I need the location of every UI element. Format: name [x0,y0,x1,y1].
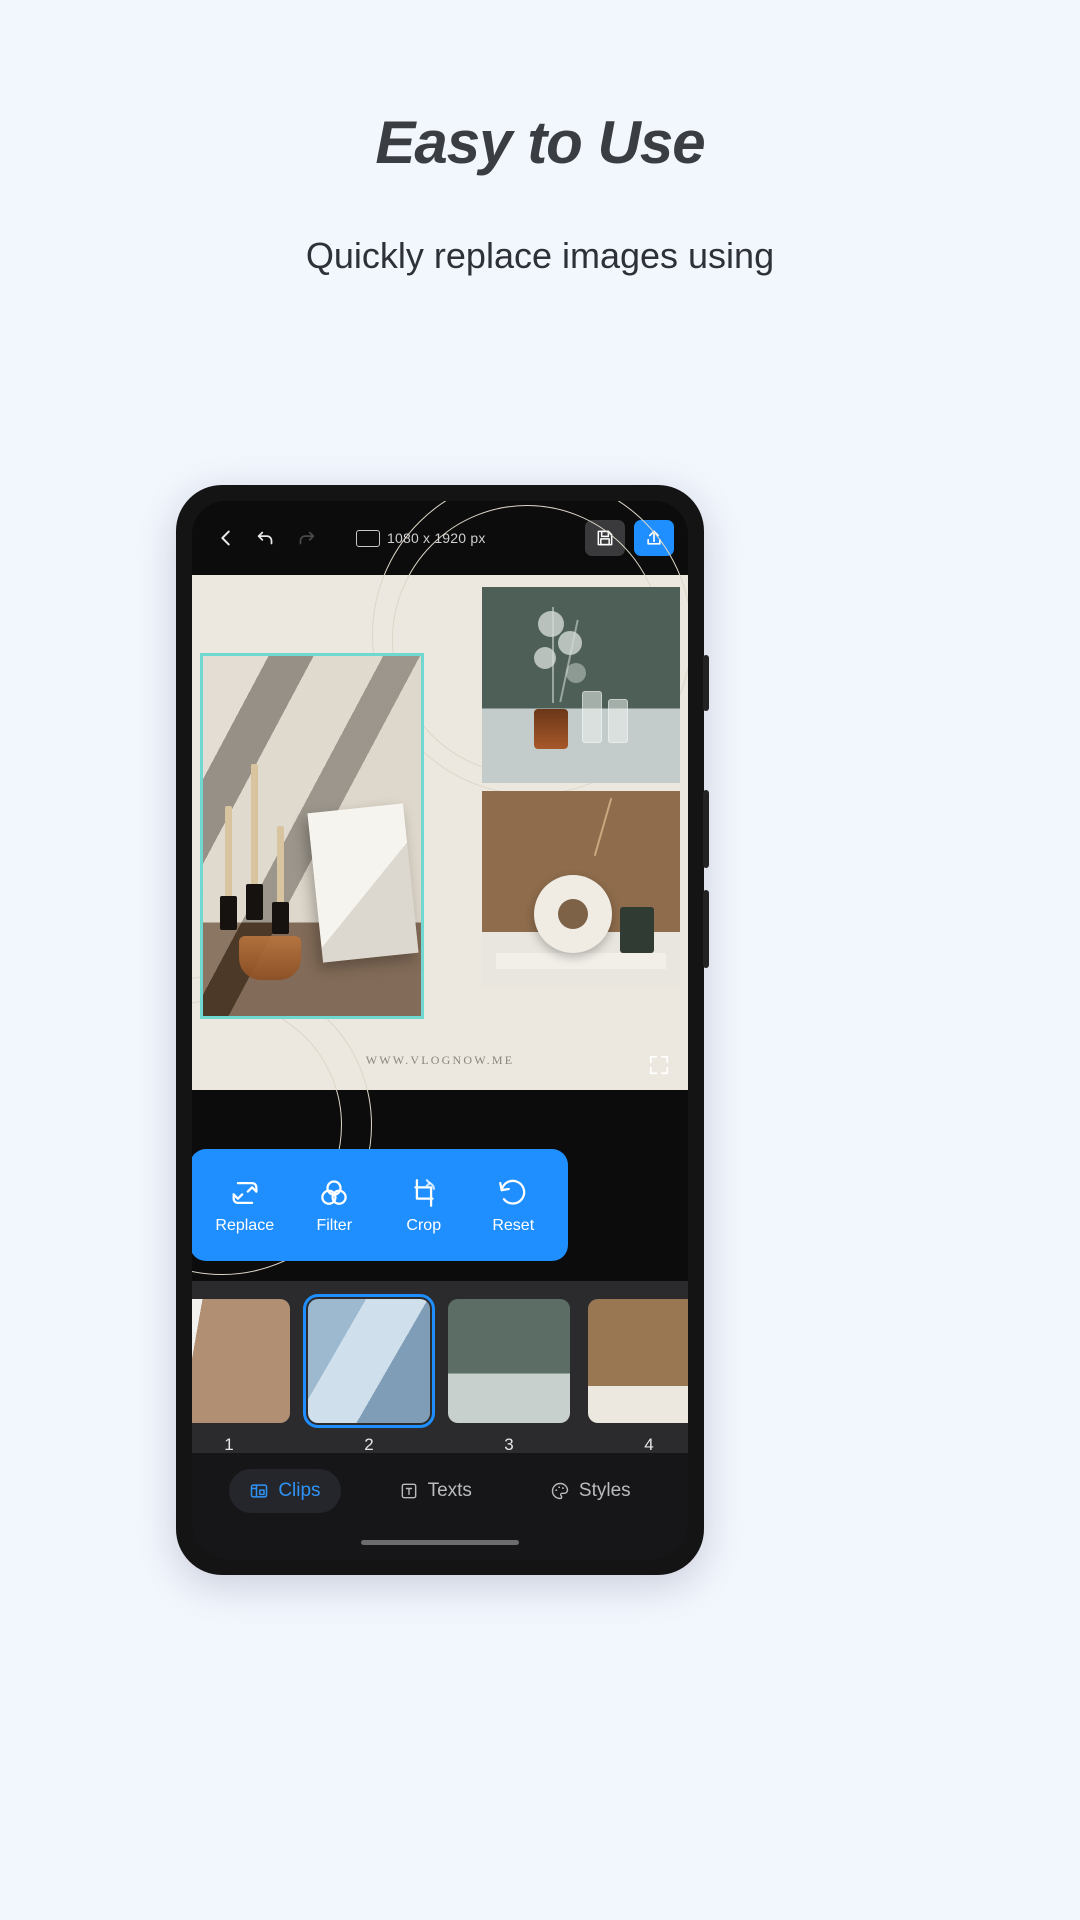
photo-candles-envelope [203,656,421,1016]
list-item[interactable]: 4 [588,1299,688,1455]
redo-icon[interactable] [286,518,326,558]
clip-thumbnail-3[interactable] [448,1299,570,1423]
clip-action-panel: Replace Filter Crop Reset [192,1149,568,1261]
editor-toolbar: 1080 x 1920 px [192,501,688,575]
clip-number-1: 1 [224,1435,234,1454]
palette-icon [550,1481,570,1501]
editor-canvas[interactable]: WWW.VLOGNOW.ME [192,501,688,1275]
tab-styles-label: Styles [578,1480,631,1501]
photo-donut-vase-detail [534,875,612,953]
home-indicator [361,1540,519,1545]
page-title: Easy to Use [375,109,705,176]
crop-label: Crop [406,1216,442,1234]
back-chevron-icon[interactable] [206,518,246,558]
replace-label: Replace [215,1216,275,1234]
photo-donut-vase [482,791,680,987]
reset-label: Reset [492,1216,535,1234]
clips-tray: 1 2 3 4 [192,1281,688,1481]
clips-icon [249,1481,269,1501]
phone-mockup: 1080 x 1920 px WWW.VLOGNOW.ME Replace Fi… [176,485,709,1575]
export-button[interactable] [634,520,674,556]
photo-envelope-detail [307,803,419,963]
clip-number-3: 3 [504,1435,514,1454]
list-item[interactable]: 2 [303,1294,435,1455]
clip-thumbnail-2[interactable] [303,1294,435,1428]
photo-eucalyptus-candle [482,587,680,783]
save-button[interactable] [585,520,625,556]
phone-volume-down-button [703,890,709,968]
crop-rotate-icon [407,1176,441,1210]
undo-icon[interactable] [246,518,286,558]
clip-thumbnail-4[interactable] [588,1299,688,1423]
page-subtitle: Quickly replace images using [305,235,775,276]
photo-glass-cup-detail [239,936,301,980]
clip-thumbnail-1[interactable] [192,1299,290,1423]
phone-screen: 1080 x 1920 px WWW.VLOGNOW.ME Replace Fi… [192,501,688,1559]
text-box-icon [399,1481,419,1501]
collage-cell-top-right[interactable] [482,587,680,783]
photo-dark-jar-detail [620,907,654,953]
tab-texts-label: Texts [427,1480,472,1501]
clip-number-2: 2 [364,1435,374,1454]
promo-screenshot: Easy to Use Quickly replace images using [0,0,1080,1920]
filter-circles-icon [317,1176,351,1210]
reset-icon [496,1176,530,1210]
clips-thumbnail-list: 1 2 3 4 [192,1294,688,1455]
phone-volume-up-button [703,790,709,868]
tab-clips[interactable]: Clips [229,1469,341,1513]
replace-button[interactable]: Replace [203,1176,287,1235]
canvas-size-icon [356,529,380,547]
collage-cell-bottom-right[interactable] [482,791,680,987]
reset-button[interactable]: Reset [471,1176,555,1235]
photo-shelf-detail [496,953,666,969]
clip-number-4: 4 [644,1435,654,1454]
tab-styles[interactable]: Styles [530,1469,651,1513]
fullscreen-expand-icon[interactable] [644,1050,674,1080]
collage-cell-main-selected[interactable] [200,653,424,1019]
tab-texts[interactable]: Texts [379,1469,492,1513]
tab-clips-label: Clips [278,1480,321,1501]
canvas-size-indicator[interactable]: 1080 x 1920 px [356,529,486,547]
filter-button[interactable]: Filter [292,1176,376,1235]
replace-icon [228,1176,262,1210]
phone-mute-switch [703,655,709,711]
list-item[interactable]: 1 [192,1299,290,1455]
toolbar-right-group [585,520,674,556]
list-item[interactable]: 3 [448,1299,570,1455]
filter-label: Filter [316,1216,353,1234]
bottom-tab-bar: Clips Texts Styles [192,1453,688,1559]
photo-candle-jar-detail [534,709,568,749]
canvas-size-label: 1080 x 1920 px [387,530,486,546]
collage-composition: WWW.VLOGNOW.ME [192,501,688,1275]
canvas-watermark: WWW.VLOGNOW.ME [365,1053,515,1067]
crop-button[interactable]: Crop [382,1176,466,1235]
